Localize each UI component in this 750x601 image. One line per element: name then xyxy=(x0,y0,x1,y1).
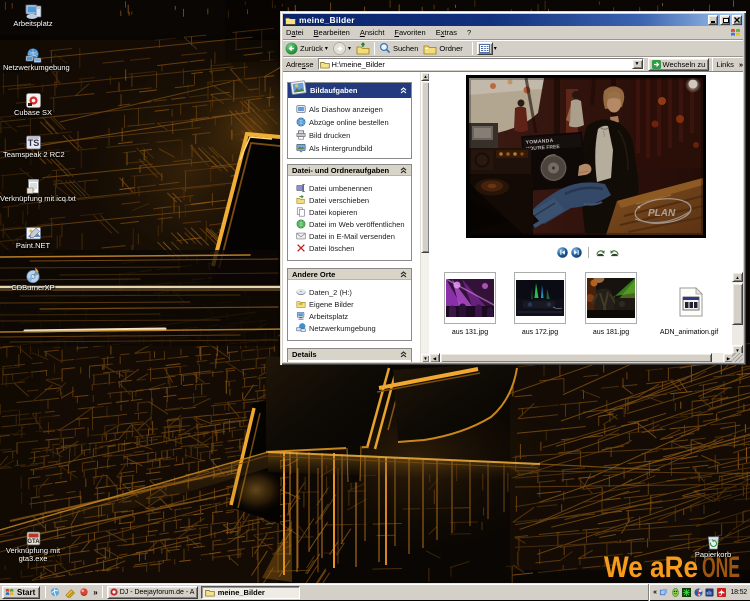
svg-text:TS: TS xyxy=(27,138,39,148)
svg-text:GTA: GTA xyxy=(27,539,40,545)
